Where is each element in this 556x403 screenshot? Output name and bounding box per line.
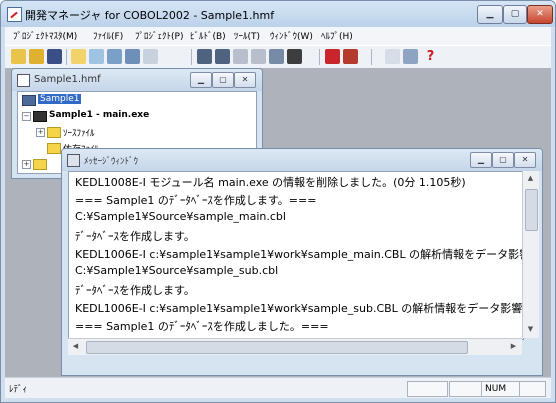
project-file-icon — [17, 74, 30, 87]
tools-icon[interactable] — [287, 49, 302, 64]
folder-icon — [47, 127, 61, 138]
menu-help[interactable]: ﾍﾙﾌﾟ(H) — [321, 29, 353, 42]
menu-file[interactable]: ﾌｧｲﾙ(F) — [93, 29, 123, 42]
remove-icon[interactable] — [143, 49, 158, 64]
message-window-titlebar[interactable]: ﾒｯｾｰｼﾞｳｨﾝﾄﾞｳ ▁ ▢ ✕ — [62, 149, 542, 171]
project-window-titlebar[interactable]: Sample1.hmf ▁ ▢ ✕ — [12, 69, 262, 91]
message-line: C:¥Sample1¥Source¥sample_main.cbl — [75, 210, 286, 223]
menu-bar: ﾌﾟﾛｼﾞｪｸﾄﾏｽﾀ(M) ﾌｧｲﾙ(F) ﾌﾟﾛｼﾞｪｸﾄ(P) ﾋﾞﾙﾄﾞ… — [5, 27, 551, 45]
expand-toggle[interactable]: + — [22, 160, 31, 169]
run-icon[interactable] — [343, 49, 358, 64]
expand-toggle[interactable]: + — [36, 128, 45, 137]
message-line: === Sample1 のﾃﾞｰﾀﾍﾞｰｽを作成します。=== — [75, 194, 317, 207]
folder-icon — [47, 143, 61, 154]
tree-source-folder[interactable]: ｿｰｽﾌｧｲﾙ — [63, 126, 95, 139]
collapse-toggle[interactable]: − — [22, 112, 31, 121]
status-text: ﾚﾃﾞｨ — [9, 385, 28, 395]
maximize-button[interactable]: ▢ — [503, 5, 527, 24]
message-line: KEDL1006E-I c:¥sample1¥sample1¥work¥samp… — [75, 302, 524, 315]
vertical-scroll-thumb[interactable] — [525, 189, 538, 231]
num-lock-indicator: NUM — [481, 381, 520, 397]
menu-project-master[interactable]: ﾌﾟﾛｼﾞｪｸﾄﾏｽﾀ(M) — [13, 29, 77, 42]
add-file-icon[interactable] — [107, 49, 122, 64]
project-close-button[interactable]: ✕ — [234, 72, 256, 88]
project-minimize-button[interactable]: ▁ — [190, 72, 212, 88]
toolbar-separator — [66, 49, 67, 65]
toolbar-separator — [371, 49, 372, 65]
menu-project[interactable]: ﾌﾟﾛｼﾞｪｸﾄ(P) — [135, 29, 183, 42]
app-icon[interactable] — [7, 7, 22, 22]
close-button[interactable]: ✕ — [527, 5, 553, 24]
main-window: 開発マネージャ for COBOL2002 - Sample1.hmf ▁ ▢ … — [0, 0, 556, 403]
rebuild-icon[interactable] — [215, 49, 230, 64]
message-line: === Sample1 のﾃﾞｰﾀﾍﾞｰｽを作成しました。=== — [75, 320, 329, 333]
project-window-title: Sample1.hmf — [34, 74, 101, 85]
scroll-right-icon[interactable]: ▶ — [506, 339, 521, 354]
copy-icon[interactable] — [71, 49, 86, 64]
toolbar-separator — [319, 49, 320, 65]
help-icon[interactable]: ? — [423, 49, 438, 64]
build-icon[interactable] — [197, 49, 212, 64]
message-window-title: ﾒｯｾｰｼﾞｳｨﾝﾄﾞｳ — [84, 157, 139, 167]
options-icon[interactable] — [403, 49, 418, 64]
project-maximize-button[interactable]: ▢ — [212, 72, 234, 88]
message-minimize-button[interactable]: ▁ — [470, 152, 492, 168]
scroll-left-icon[interactable]: ◀ — [68, 339, 83, 354]
status-panel — [449, 381, 482, 397]
new-project-icon[interactable] — [11, 49, 26, 64]
toolbar-separator — [191, 49, 192, 65]
message-line: C:¥Sample1¥Source¥sample_sub.cbl — [75, 264, 279, 277]
message-line: ﾃﾞｰﾀﾍﾞｰｽを作成します。 — [75, 230, 195, 243]
scroll-down-icon[interactable]: ▼ — [523, 322, 538, 337]
menu-build[interactable]: ﾋﾞﾙﾄﾞ(B) — [190, 29, 226, 42]
clean-icon[interactable] — [251, 49, 266, 64]
horizontal-scrollbar[interactable]: ◀ ▶ — [68, 338, 522, 355]
vertical-scrollbar[interactable]: ▲ ▼ — [522, 171, 539, 338]
message-list[interactable]: KEDL1008E-I モジュール名 main.exe の情報を削除しました。(… — [68, 171, 524, 340]
toolbar: ? — [5, 45, 551, 69]
compile-icon[interactable] — [233, 49, 248, 64]
message-line: ﾃﾞｰﾀﾍﾞｰｽを作成します。 — [75, 284, 195, 297]
message-window: ﾒｯｾｰｼﾞｳｨﾝﾄﾞｳ ▁ ▢ ✕ KEDL1008E-I モジュール名 ma… — [61, 148, 543, 376]
find-icon[interactable] — [269, 49, 284, 64]
minimize-button[interactable]: ▁ — [477, 5, 503, 24]
status-panel — [407, 381, 448, 397]
scroll-up-icon[interactable]: ▲ — [523, 171, 538, 186]
open-icon[interactable] — [29, 49, 44, 64]
save-icon[interactable] — [47, 49, 62, 64]
exe-icon — [33, 111, 47, 122]
project-root-icon — [22, 95, 36, 106]
window-title: 開発マネージャ for COBOL2002 - Sample1.hmf — [25, 9, 275, 22]
horizontal-scroll-thumb[interactable] — [86, 341, 468, 354]
status-panel — [519, 381, 546, 397]
tree-root[interactable]: Sample1 — [38, 94, 82, 104]
message-window-icon — [67, 154, 80, 167]
message-line: KEDL1008E-I モジュール名 main.exe の情報を削除しました。(… — [75, 176, 466, 189]
mdi-client-area: Sample1.hmf ▁ ▢ ✕ Sample1 − Sample1 - ma… — [5, 68, 551, 377]
toggle-view-icon[interactable] — [385, 49, 400, 64]
message-line: KEDL1006E-I c:¥sample1¥sample1¥work¥samp… — [75, 248, 524, 261]
properties-icon[interactable] — [89, 49, 104, 64]
folder-icon — [33, 159, 47, 170]
menu-tools[interactable]: ﾂｰﾙ(T) — [234, 29, 260, 42]
tree-exe[interactable]: Sample1 - main.exe — [49, 110, 149, 120]
title-bar[interactable]: 開発マネージャ for COBOL2002 - Sample1.hmf ▁ ▢ … — [1, 1, 555, 27]
menu-window[interactable]: ｳｨﾝﾄﾞｳ(W) — [270, 29, 313, 42]
status-bar: ﾚﾃﾞｨ NUM — [5, 377, 551, 398]
debug-icon[interactable] — [325, 49, 340, 64]
insert-icon[interactable] — [125, 49, 140, 64]
message-maximize-button[interactable]: ▢ — [492, 152, 514, 168]
message-close-button[interactable]: ✕ — [514, 152, 536, 168]
